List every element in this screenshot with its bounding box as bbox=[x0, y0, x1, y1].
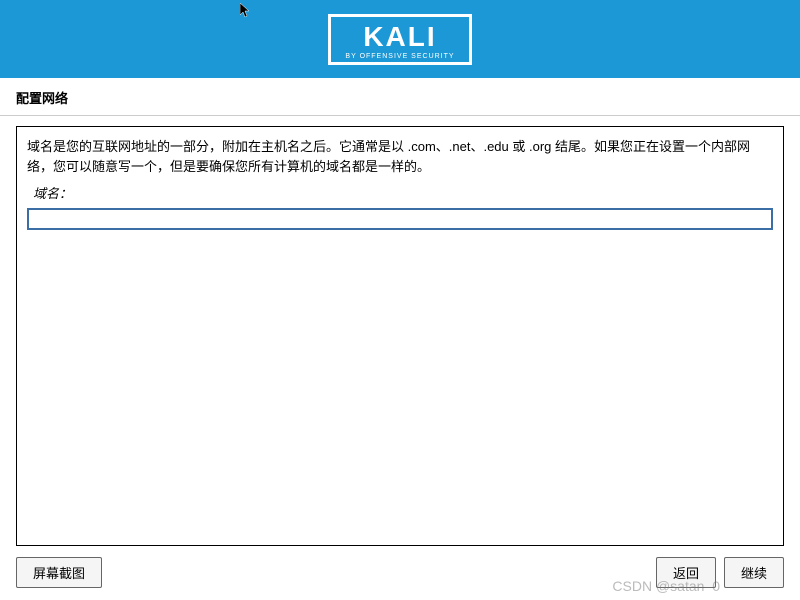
logo-main-text: KALI bbox=[363, 23, 436, 51]
page-title-bar: 配置网络 bbox=[0, 78, 800, 116]
kali-logo: KALI BY OFFENSIVE SECURITY bbox=[328, 14, 471, 65]
domain-input[interactable] bbox=[27, 208, 773, 230]
logo-subtitle: BY OFFENSIVE SECURITY bbox=[345, 53, 454, 60]
bottom-toolbar: 屏幕截图 返回 继续 bbox=[0, 557, 800, 588]
screenshot-button[interactable]: 屏幕截图 bbox=[16, 557, 102, 588]
domain-field-label: 域名： bbox=[33, 184, 773, 204]
main-content: 域名是您的互联网地址的一部分，附加在主机名之后。它通常是以 .com、.net、… bbox=[16, 126, 784, 546]
header-banner: KALI BY OFFENSIVE SECURITY bbox=[0, 0, 800, 78]
back-button[interactable]: 返回 bbox=[656, 557, 716, 588]
continue-button[interactable]: 继续 bbox=[724, 557, 784, 588]
nav-button-group: 返回 继续 bbox=[656, 557, 784, 588]
cursor-icon bbox=[240, 3, 252, 19]
domain-description: 域名是您的互联网地址的一部分，附加在主机名之后。它通常是以 .com、.net、… bbox=[27, 137, 773, 176]
page-title: 配置网络 bbox=[16, 88, 784, 107]
